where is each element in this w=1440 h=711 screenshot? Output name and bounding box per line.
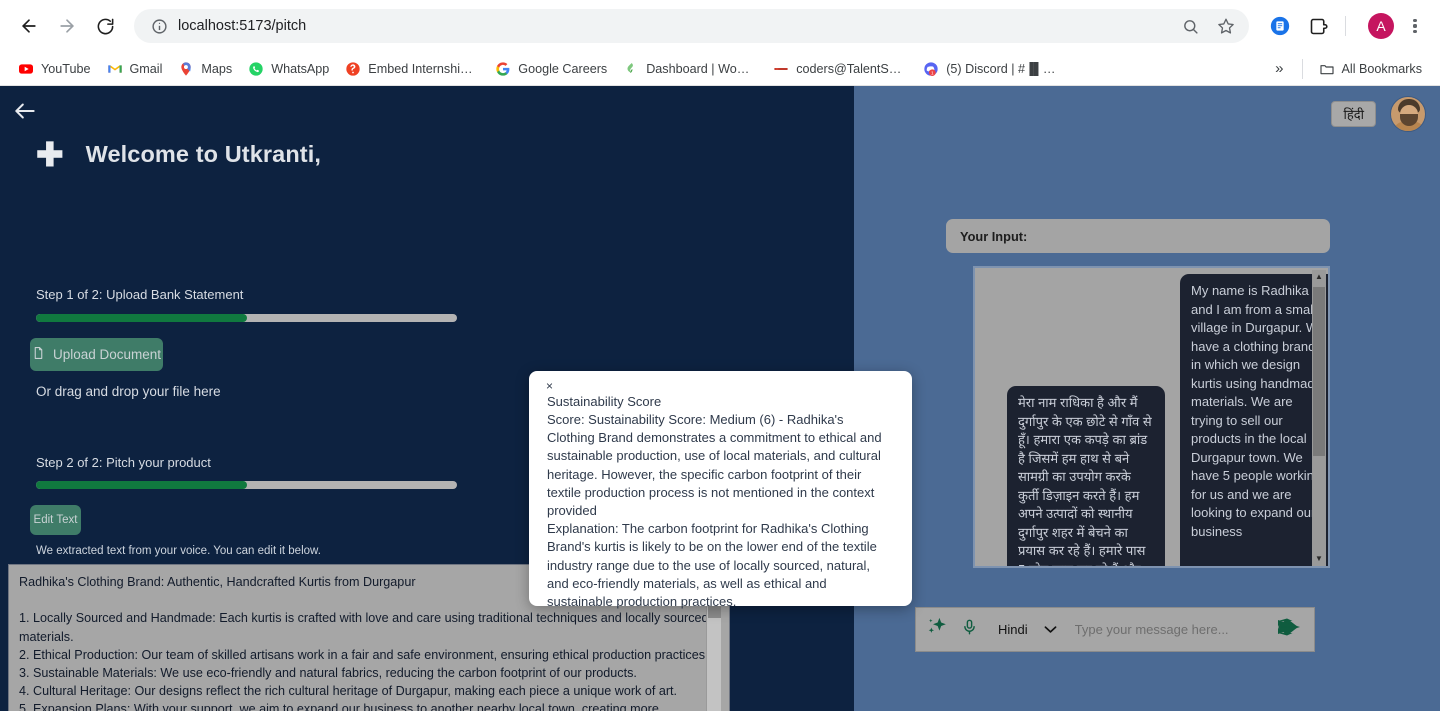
bookmark-label: Dashboard | Wome... bbox=[646, 61, 758, 76]
chat-message-input[interactable] bbox=[1074, 622, 1266, 637]
composer-language-value: Hindi bbox=[998, 622, 1028, 637]
popup-explanation-text: Explanation: The carbon footprint for Ra… bbox=[547, 521, 877, 610]
step2-label: Step 2 of 2: Pitch your product bbox=[36, 455, 211, 470]
youtube-icon bbox=[18, 61, 34, 77]
bookmark-youtube[interactable]: YouTube bbox=[10, 57, 99, 81]
bookmark-gmail[interactable]: Gmail bbox=[99, 57, 171, 81]
folder-icon bbox=[1319, 61, 1335, 77]
composer-language-select[interactable]: Hindi bbox=[998, 622, 1057, 637]
bookmark-maps[interactable]: Maps bbox=[170, 57, 240, 81]
bookmark-label: (5) Discord | #▐▌-a... bbox=[946, 61, 1058, 76]
extraction-note: We extracted text from your voice. You c… bbox=[36, 545, 321, 557]
scroll-up-arrow-icon[interactable]: ▲ bbox=[1312, 270, 1326, 284]
app-viewport: ✚ Welcome to Utkranti, Step 1 of 2: Uplo… bbox=[0, 86, 1440, 711]
bookmark-dashboard[interactable]: Dashboard | Wome... bbox=[615, 57, 765, 81]
reload-button[interactable] bbox=[88, 9, 122, 43]
popup-score-text: Score: Sustainability Score: Medium (6) … bbox=[547, 412, 882, 519]
svg-text:1: 1 bbox=[931, 70, 934, 75]
chat-header: हिंदी bbox=[1331, 96, 1426, 132]
welcome-header: ✚ Welcome to Utkranti, bbox=[36, 138, 321, 171]
chat-scrollbar[interactable]: ▲ ▼ bbox=[1312, 270, 1326, 566]
bookmark-google-careers[interactable]: Google Careers bbox=[487, 57, 615, 81]
language-toggle-chip[interactable]: हिंदी bbox=[1331, 101, 1376, 127]
bookmark-star-icon[interactable] bbox=[1211, 11, 1241, 41]
bookmarks-divider bbox=[1301, 58, 1303, 79]
all-bookmarks-label: All Bookmarks bbox=[1341, 61, 1422, 76]
bookmark-label: coders@TalentSprint bbox=[796, 61, 908, 76]
upload-document-label: Upload Document bbox=[52, 347, 162, 362]
search-icon[interactable] bbox=[1175, 11, 1205, 41]
bookmark-coders-talentsprint[interactable]: coders@TalentSprint bbox=[765, 57, 915, 81]
back-button[interactable] bbox=[12, 9, 46, 43]
app-back-button[interactable] bbox=[12, 98, 38, 124]
discord-icon: 1 bbox=[923, 61, 939, 77]
bookmark-discord[interactable]: 1 (5) Discord | #▐▌-a... bbox=[915, 57, 1065, 81]
bookmark-label: Google Careers bbox=[518, 61, 608, 76]
embed-icon bbox=[345, 61, 361, 77]
all-bookmarks-button[interactable]: All Bookmarks bbox=[1311, 57, 1430, 81]
bookmark-label: Maps bbox=[201, 61, 233, 76]
whatsapp-icon bbox=[248, 61, 264, 77]
upload-document-button[interactable]: Upload Document bbox=[30, 338, 163, 371]
step1-label: Step 1 of 2: Upload Bank Statement bbox=[36, 287, 244, 302]
bookmark-embed-internship[interactable]: Embed Internship | I... bbox=[337, 57, 487, 81]
reading-mode-icon[interactable] bbox=[1265, 11, 1295, 41]
bookmark-label: Gmail bbox=[129, 61, 163, 76]
avatar[interactable] bbox=[1390, 96, 1426, 132]
drag-drop-hint: Or drag and drop your file here bbox=[36, 384, 221, 399]
bookmark-label: Embed Internship | I... bbox=[368, 61, 480, 76]
bookmark-label: YouTube bbox=[41, 61, 91, 76]
address-bar[interactable]: localhost:5173/pitch bbox=[134, 9, 1249, 43]
chat-message-hindi: मेरा नाम राधिका है और मैं दुर्गापुर के ए… bbox=[1007, 386, 1165, 566]
dashboard-icon bbox=[623, 61, 639, 77]
chat-composer: Hindi bbox=[915, 607, 1315, 652]
chrome-menu-button[interactable] bbox=[1402, 11, 1428, 41]
site-info-icon[interactable] bbox=[148, 15, 170, 37]
sparkle-icon[interactable] bbox=[926, 616, 951, 643]
bookmark-whatsapp[interactable]: WhatsApp bbox=[240, 57, 337, 81]
bookmark-label: WhatsApp bbox=[271, 61, 330, 76]
bookmarks-overflow-button[interactable]: » bbox=[1265, 58, 1293, 79]
gmail-icon bbox=[107, 61, 123, 77]
google-icon bbox=[495, 61, 511, 77]
profile-avatar[interactable]: A bbox=[1368, 13, 1394, 39]
step2-progress-bar bbox=[36, 481, 457, 489]
sustainability-score-popup: × Sustainability Score Score: Sustainabi… bbox=[529, 371, 912, 609]
step1-progress-bar bbox=[36, 314, 457, 322]
address-bar-url: localhost:5173/pitch bbox=[178, 18, 307, 34]
document-icon bbox=[32, 346, 45, 363]
popup-title: Sustainability Score bbox=[547, 394, 662, 409]
maps-icon bbox=[178, 61, 194, 77]
close-icon[interactable]: × bbox=[546, 379, 553, 393]
page-title: Welcome to Utkranti, bbox=[85, 141, 321, 167]
talentsprint-icon bbox=[773, 61, 789, 77]
plus-icon: ✚ bbox=[36, 136, 64, 173]
chat-message-english: My name is Radhika and I am from a small… bbox=[1180, 274, 1328, 566]
edit-text-button[interactable]: Edit Text bbox=[30, 505, 81, 535]
send-icon[interactable] bbox=[1276, 617, 1302, 642]
chevron-down-icon bbox=[1044, 622, 1057, 637]
browser-window: localhost:5173/pitch A YouTube Gmail Map… bbox=[0, 0, 1440, 711]
extensions-icon[interactable] bbox=[1303, 11, 1333, 41]
edit-text-label: Edit Text bbox=[33, 514, 78, 526]
chat-right-panel: हिंदी Your Input: मेरा नाम राधिका है और … bbox=[854, 86, 1440, 711]
toolbar-divider bbox=[1345, 16, 1346, 36]
chat-scrollbar-thumb[interactable] bbox=[1313, 287, 1325, 456]
bookmarks-bar: YouTube Gmail Maps WhatsApp Embed Intern… bbox=[0, 52, 1440, 86]
chat-history: मेरा नाम राधिका है और मैं दुर्गापुर के ए… bbox=[973, 266, 1330, 568]
your-input-bar: Your Input: bbox=[946, 219, 1330, 253]
browser-toolbar: localhost:5173/pitch A bbox=[0, 0, 1440, 52]
scroll-down-arrow-icon[interactable]: ▼ bbox=[1312, 552, 1326, 566]
forward-button[interactable] bbox=[50, 9, 84, 43]
microphone-icon[interactable] bbox=[961, 617, 978, 642]
